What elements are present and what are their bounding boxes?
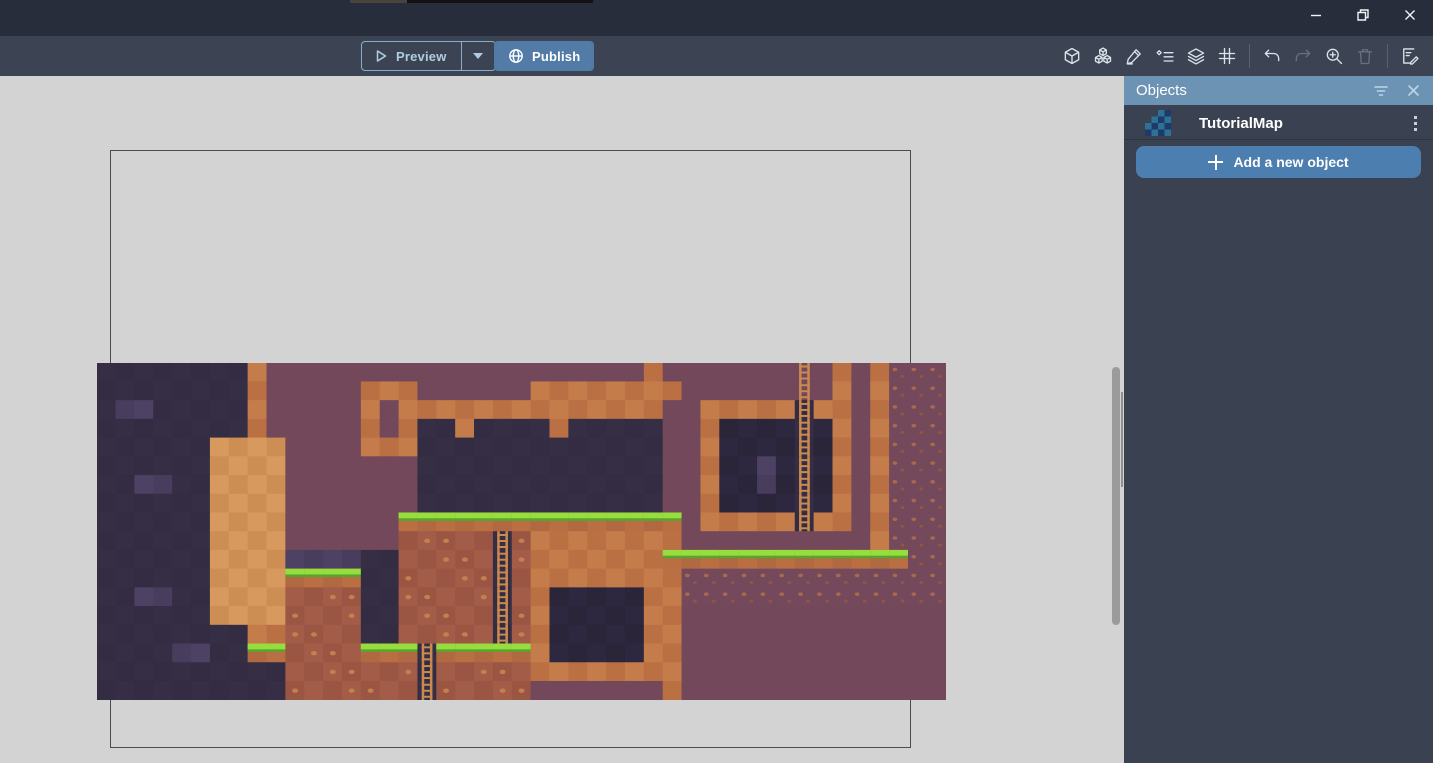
preview-split-button: Preview	[361, 41, 496, 71]
tilemap-artwork	[97, 363, 946, 700]
object-groups-icon[interactable]	[1090, 41, 1116, 71]
preview-options-button[interactable]	[461, 42, 495, 70]
minimize-button[interactable]	[1292, 0, 1339, 30]
publish-button[interactable]: Publish	[494, 41, 594, 71]
object-list-item[interactable]: TutorialMap	[1124, 107, 1433, 139]
undo-icon[interactable]	[1259, 41, 1285, 71]
preview-button[interactable]: Preview	[362, 42, 461, 70]
instances-list-icon[interactable]	[1152, 41, 1178, 71]
globe-icon	[508, 48, 524, 64]
grid-icon[interactable]	[1214, 41, 1240, 71]
app-window: Preview Publish	[0, 0, 1433, 763]
panel-scrollbar[interactable]	[1121, 392, 1123, 487]
divider	[1124, 139, 1433, 140]
window-controls	[1292, 0, 1433, 30]
objects-panel: Objects TutorialMap Add a new object	[1124, 76, 1433, 763]
add-object-label: Add a new object	[1233, 154, 1348, 170]
scene-properties-icon[interactable]	[1397, 41, 1423, 71]
background-window-edge	[407, 0, 593, 3]
toolbar-separator	[1249, 44, 1250, 68]
objects-cube-icon[interactable]	[1059, 41, 1085, 71]
editor-toolbar: Preview Publish	[0, 36, 1433, 76]
objects-panel-title: Objects	[1136, 82, 1187, 99]
add-object-button[interactable]: Add a new object	[1136, 146, 1421, 178]
tilemap-checker-thumbnail	[1145, 110, 1171, 136]
close-icon	[1403, 8, 1417, 22]
play-icon	[374, 49, 388, 63]
scene-canvas[interactable]	[0, 76, 1124, 763]
close-icon[interactable]	[1403, 81, 1423, 101]
objects-panel-header: Objects	[1124, 76, 1433, 105]
filter-icon[interactable]	[1371, 81, 1391, 101]
trash-icon[interactable]	[1352, 41, 1378, 71]
tilemap-instance[interactable]	[97, 363, 946, 700]
restore-icon	[1356, 8, 1370, 22]
chevron-down-icon	[473, 53, 483, 59]
preview-label: Preview	[396, 49, 447, 64]
background-window-edge	[350, 0, 407, 3]
edit-pencil-icon[interactable]	[1121, 41, 1147, 71]
redo-icon[interactable]	[1290, 41, 1316, 71]
object-label: TutorialMap	[1199, 115, 1283, 132]
minimize-icon	[1309, 8, 1323, 22]
window-titlebar	[0, 0, 1433, 36]
plus-icon	[1208, 155, 1223, 170]
restore-button[interactable]	[1339, 0, 1386, 30]
kebab-menu-icon[interactable]	[1414, 116, 1417, 131]
zoom-in-icon[interactable]	[1321, 41, 1347, 71]
toolbar-separator	[1387, 44, 1388, 68]
canvas-vertical-scrollbar[interactable]	[1112, 367, 1120, 625]
publish-label: Publish	[532, 49, 580, 64]
close-button[interactable]	[1386, 0, 1433, 30]
toolbar-icon-group	[1059, 40, 1423, 72]
layers-icon[interactable]	[1183, 41, 1209, 71]
